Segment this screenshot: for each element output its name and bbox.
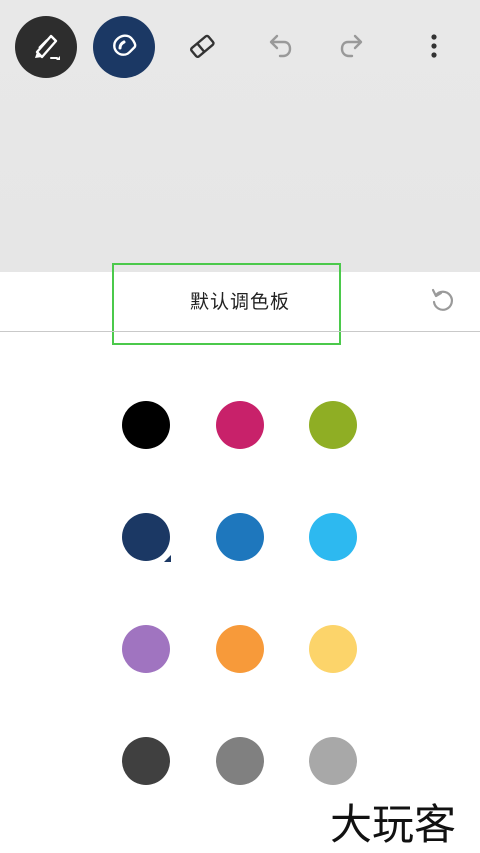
top-toolbar: [0, 0, 480, 96]
color-swatch[interactable]: [309, 737, 357, 785]
color-swatch[interactable]: [122, 401, 170, 449]
eraser-icon: [186, 30, 218, 66]
redo-icon: [338, 30, 370, 66]
reset-icon: [428, 286, 456, 318]
selected-indicator: [164, 555, 171, 562]
eraser-tool-button[interactable]: [180, 26, 224, 70]
color-swatch[interactable]: [122, 737, 170, 785]
pen-tool-button[interactable]: [15, 16, 77, 78]
color-swatch[interactable]: [122, 513, 170, 561]
title-highlight-box: [112, 263, 341, 345]
reset-palette-button[interactable]: [424, 284, 460, 320]
ink-tool-button[interactable]: [93, 16, 155, 78]
undo-button[interactable]: [256, 26, 300, 70]
pen-icon: [29, 28, 63, 66]
color-swatch[interactable]: [309, 513, 357, 561]
color-swatch[interactable]: [216, 513, 264, 561]
color-swatch[interactable]: [216, 401, 264, 449]
watermark: 大玩客: [330, 800, 457, 849]
more-options-button[interactable]: [412, 26, 456, 70]
redo-button[interactable]: [332, 26, 376, 70]
color-swatch[interactable]: [216, 625, 264, 673]
undo-icon: [262, 30, 294, 66]
header-divider: [0, 331, 480, 332]
drawing-app-screen: 默认调色板 大玩客: [0, 0, 480, 853]
more-vertical-icon: [422, 30, 446, 66]
color-swatch[interactable]: [216, 737, 264, 785]
color-swatch[interactable]: [122, 625, 170, 673]
color-swatch[interactable]: [309, 401, 357, 449]
ink-drop-icon: [109, 30, 139, 64]
color-swatch[interactable]: [309, 625, 357, 673]
